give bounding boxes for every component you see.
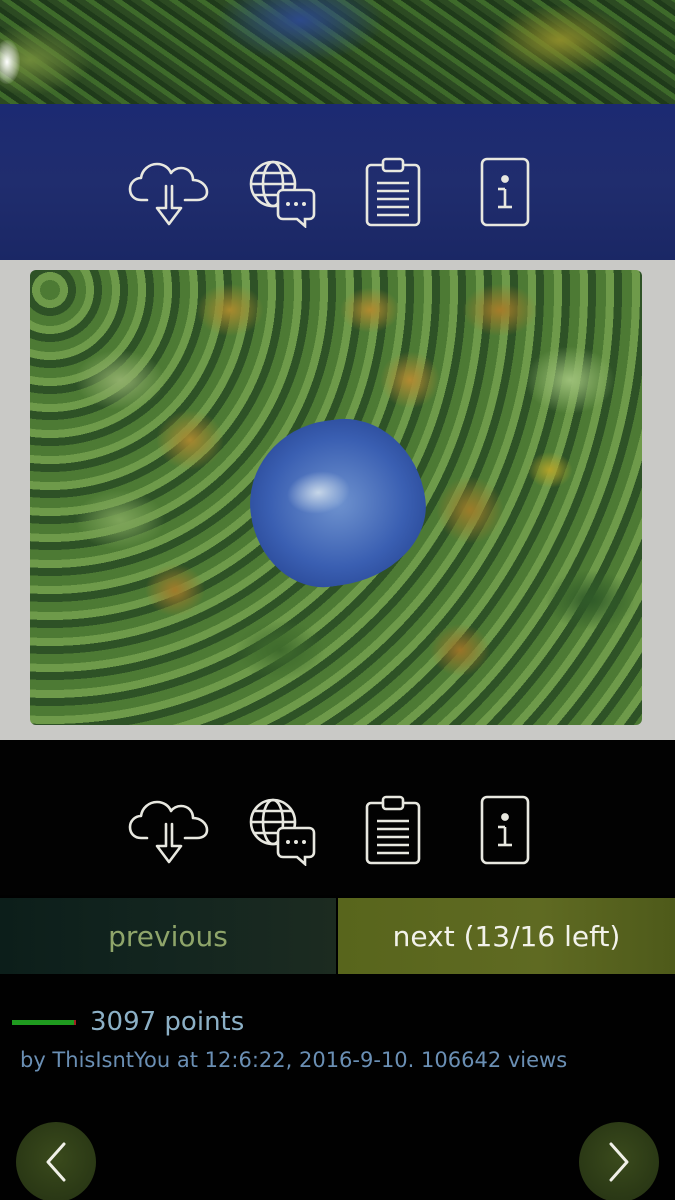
- score-row: 3097 points: [12, 1002, 244, 1042]
- clipboard-icon: [365, 157, 421, 227]
- info-icon: [480, 795, 530, 865]
- score-ratio-bar: [12, 1019, 76, 1025]
- info-icon: [480, 157, 530, 227]
- translate-button-top[interactable]: [238, 152, 324, 232]
- points-count: 3097 points: [90, 1007, 245, 1037]
- glare-highlight: [0, 40, 20, 84]
- translate-chat-icon: [249, 798, 316, 866]
- top-toolbar: [0, 152, 675, 232]
- bottom-toolbar: [0, 790, 675, 870]
- download-button-bottom[interactable]: [126, 790, 212, 870]
- cloud-download-icon: [128, 162, 209, 226]
- post-image[interactable]: [0, 260, 675, 740]
- previous-button[interactable]: previous: [0, 898, 336, 974]
- info-button-top[interactable]: [462, 152, 548, 232]
- previous-arrow-button[interactable]: [16, 1122, 96, 1200]
- cloud-download-icon: [128, 800, 209, 864]
- image-viewer-page: previous next (13/16 left) 3097 points b…: [0, 0, 675, 1200]
- chevron-left-icon: [46, 1142, 66, 1182]
- moss-rug-picture: [30, 270, 642, 725]
- pagination-row: previous next (13/16 left): [0, 898, 675, 974]
- pond-area: [239, 408, 436, 597]
- next-arrow-button[interactable]: [579, 1122, 659, 1200]
- download-button-top[interactable]: [126, 152, 212, 232]
- translate-button-bottom[interactable]: [238, 790, 324, 870]
- translate-chat-icon: [249, 160, 316, 228]
- previous-image-peek: [0, 0, 675, 104]
- chevron-right-icon: [609, 1142, 629, 1182]
- info-button-bottom[interactable]: [462, 790, 548, 870]
- post-meta: by ThisIsntYou at 12:6:22, 2016-9-10. 10…: [20, 1048, 568, 1072]
- next-button[interactable]: next (13/16 left): [338, 898, 675, 974]
- clipboard-button-bottom[interactable]: [350, 790, 436, 870]
- clipboard-icon: [365, 795, 421, 865]
- clipboard-button-top[interactable]: [350, 152, 436, 232]
